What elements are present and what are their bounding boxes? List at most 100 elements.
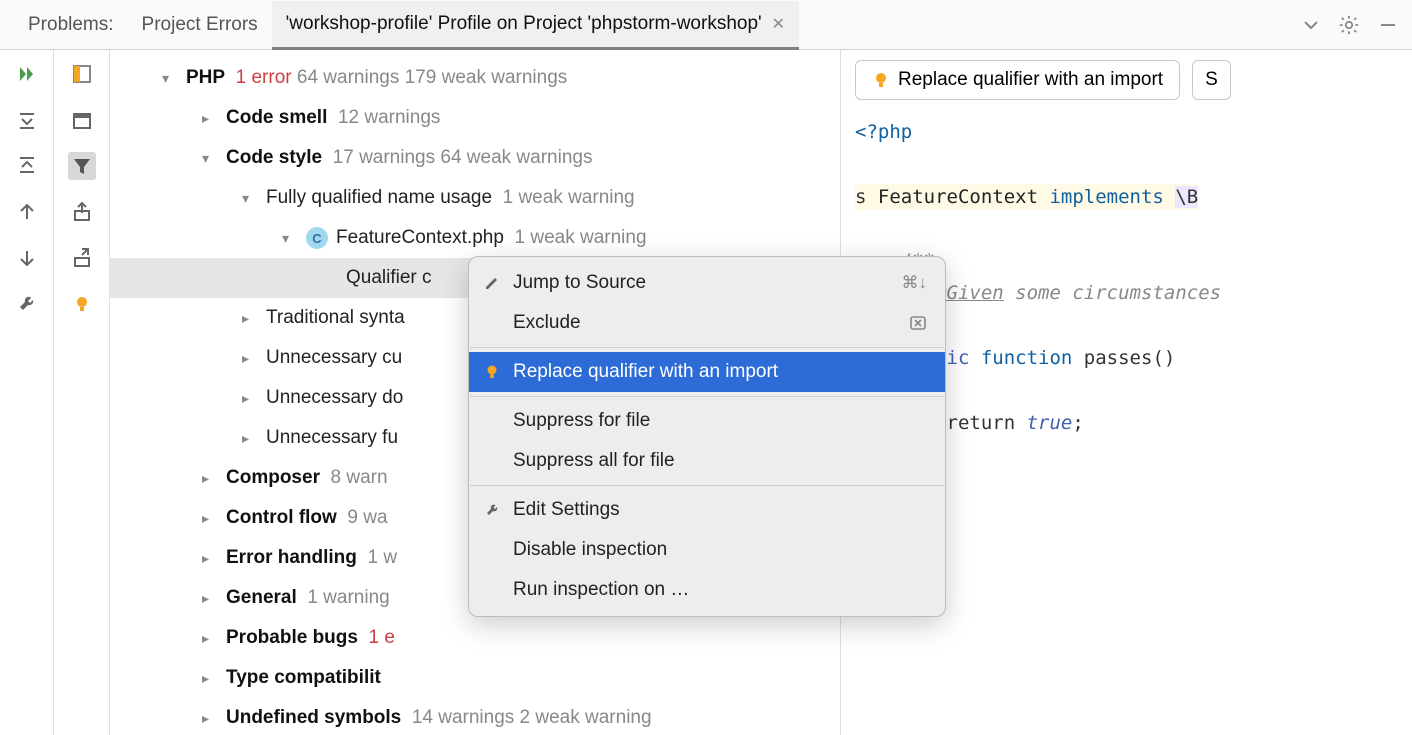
tree-label: Probable bugs (226, 627, 358, 649)
menu-shortcut: ⌘↓ (902, 273, 928, 293)
quickfix-replace-button[interactable]: Replace qualifier with an import (855, 60, 1180, 100)
tree-label: Unnecessary do (266, 387, 403, 409)
chevron-right-icon: ▸ (202, 590, 220, 607)
chevron-right-icon: ▸ (202, 670, 220, 687)
expand-all-icon[interactable] (13, 106, 41, 134)
close-icon[interactable]: ✕ (772, 14, 785, 34)
tree-warn-count: 1 warning (307, 587, 389, 609)
tree-warn-count: 64 warnings 179 weak warnings (297, 67, 567, 89)
wrench-icon (481, 502, 503, 518)
tree-warn-count: 1 weak warning (503, 187, 635, 209)
context-menu: Jump to Source ⌘↓ Exclude Replace qualif… (468, 256, 946, 617)
code-token: some circumstances (1004, 282, 1221, 304)
layout-icon[interactable] (68, 60, 96, 88)
tree-group-undefined[interactable]: ▸ Undefined symbols 14 warnings 2 weak w… (110, 698, 840, 735)
prev-icon[interactable] (13, 198, 41, 226)
chevron-right-icon: ▸ (242, 350, 260, 367)
delete-icon (909, 314, 927, 332)
tab-project-errors[interactable]: Project Errors (128, 0, 272, 49)
code-token: implements (1038, 186, 1175, 208)
tree-file-item[interactable]: ▾ C FeatureContext.php 1 weak warning (110, 218, 840, 258)
menu-separator (470, 347, 944, 348)
tree-group-php[interactable]: ▾ PHP 1 error 64 warnings 179 weak warni… (110, 58, 840, 98)
group-icon[interactable] (68, 106, 96, 134)
menu-jump-to-source[interactable]: Jump to Source ⌘↓ (469, 263, 945, 303)
chevron-right-icon: ▸ (242, 310, 260, 327)
tree-label: Code smell (226, 107, 327, 129)
tree-label: Control flow (226, 507, 337, 529)
tree-label: Qualifier c (346, 267, 432, 289)
collapse-all-icon[interactable] (13, 152, 41, 180)
tab-bar: Problems: Project Errors 'workshop-profi… (0, 0, 1412, 50)
bulb-icon (481, 364, 503, 380)
menu-suppress-file[interactable]: Suppress for file (469, 401, 945, 441)
tree-label: FeatureContext.php (336, 227, 504, 249)
menu-edit-settings[interactable]: Edit Settings (469, 490, 945, 530)
menu-label: Edit Settings (513, 499, 620, 521)
menu-label: Exclude (513, 312, 581, 334)
chevron-right-icon: ▸ (202, 710, 220, 727)
minimize-icon[interactable] (1378, 15, 1398, 35)
left-gutter-2 (54, 50, 110, 735)
chevron-right-icon: ▸ (202, 470, 220, 487)
chevron-down-icon: ▾ (162, 70, 180, 87)
tree-group-type-compat[interactable]: ▸ Type compatibilit (110, 658, 840, 698)
pencil-icon (481, 275, 503, 291)
menu-exclude[interactable]: Exclude (469, 303, 945, 343)
tree-group-code-smell[interactable]: ▸ Code smell 12 warnings (110, 98, 840, 138)
tree-error-count: 1 error (236, 67, 292, 89)
tree-warn-count: 1 weak warning (515, 227, 647, 249)
chevron-down-icon: ▾ (242, 190, 260, 207)
tree-warn-count: 8 warn (331, 467, 388, 489)
menu-suppress-all[interactable]: Suppress all for file (469, 441, 945, 481)
code-token: ; (1072, 412, 1083, 434)
chevron-right-icon: ▸ (202, 110, 220, 127)
gear-icon[interactable] (1338, 14, 1360, 36)
next-icon[interactable] (13, 244, 41, 272)
code-token: () (1152, 347, 1175, 369)
bulb-icon[interactable] (68, 290, 96, 318)
code-token: passes (1084, 347, 1153, 369)
filter-icon[interactable] (68, 152, 96, 180)
tree-label: Code style (226, 147, 322, 169)
menu-label: Run inspection on … (513, 579, 689, 601)
code-token: function (969, 347, 1083, 369)
menu-label: Replace qualifier with an import (513, 361, 778, 383)
wrench-icon[interactable] (13, 290, 41, 318)
tree-label: General (226, 587, 297, 609)
tree-warn-count: 17 warnings 64 weak warnings (333, 147, 593, 169)
quickfix-s-button[interactable]: S (1192, 60, 1231, 100)
class-file-icon: C (306, 227, 328, 249)
export-icon[interactable] (68, 198, 96, 226)
menu-run-inspection[interactable]: Run inspection on … (469, 570, 945, 610)
quickfix-label: Replace qualifier with an import (898, 69, 1163, 91)
tree-group-probable-bugs[interactable]: ▸ Probable bugs 1 e (110, 618, 840, 658)
quickfix-s-label: S (1205, 69, 1218, 91)
tab-right-tools (1302, 14, 1398, 36)
bulb-icon (872, 71, 890, 89)
tree-group-code-style[interactable]: ▾ Code style 17 warnings 64 weak warning… (110, 138, 840, 178)
tab-profile-active[interactable]: 'workshop-profile' Profile on Project 'p… (272, 1, 799, 50)
menu-disable-inspection[interactable]: Disable inspection (469, 530, 945, 570)
chevron-right-icon: ▸ (242, 430, 260, 447)
tree-label: Error handling (226, 547, 357, 569)
menu-replace-qualifier[interactable]: Replace qualifier with an import (469, 352, 945, 392)
tree-error-count: 1 e (369, 627, 395, 649)
rerun-icon[interactable] (13, 60, 41, 88)
chevron-down-icon[interactable] (1302, 16, 1320, 34)
menu-separator (470, 396, 944, 397)
tree-label: Type compatibilit (226, 667, 381, 689)
import-icon[interactable] (68, 244, 96, 272)
chevron-down-icon: ▾ (202, 150, 220, 167)
chevron-right-icon: ▸ (202, 630, 220, 647)
tab-problems[interactable]: Problems: (14, 0, 128, 49)
quickfix-bar: Replace qualifier with an import S (841, 50, 1412, 110)
tree-label: Composer (226, 467, 320, 489)
code-token: true (1027, 412, 1073, 434)
tree-inspection-fq[interactable]: ▾ Fully qualified name usage 1 weak warn… (110, 178, 840, 218)
tree-warn-count: 12 warnings (338, 107, 440, 129)
menu-label: Disable inspection (513, 539, 667, 561)
tree-label: Unnecessary fu (266, 427, 398, 449)
tab-active-label: 'workshop-profile' Profile on Project 'p… (286, 13, 762, 35)
chevron-right-icon: ▸ (202, 550, 220, 567)
